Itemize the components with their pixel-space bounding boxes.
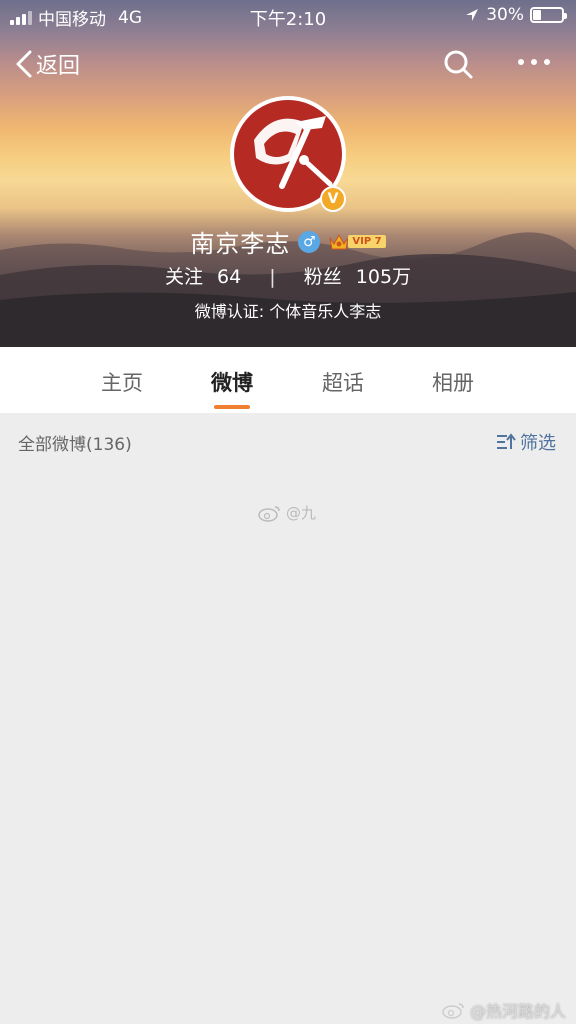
profile-header: 中国移动 4G 下午2:10 30% 返回 V 南京李志 ♂ VIP 7 关注 … [0, 0, 576, 347]
verification-info: 微博认证: 个体音乐人李志 [194, 302, 382, 321]
vip-level: VIP 7 [348, 235, 386, 248]
following-link[interactable]: 关注 64 [161, 266, 251, 288]
following-count: 64 [217, 266, 242, 288]
followers-label: 粉丝 [303, 266, 342, 288]
tab-home[interactable]: 主页 [82, 367, 162, 397]
back-label: 返回 [36, 54, 81, 79]
battery-icon [530, 7, 567, 23]
tab-weibo[interactable]: 微博 [192, 367, 272, 397]
followers-count: 105万 [355, 266, 412, 288]
active-tab-indicator [214, 405, 250, 409]
following-label: 关注 [164, 266, 203, 288]
filter-button[interactable]: 筛选 [496, 429, 556, 455]
stats-divider: | [269, 266, 276, 288]
search-button[interactable] [442, 48, 474, 84]
chevron-left-icon [16, 50, 32, 78]
watermark-center: @九 [258, 502, 316, 523]
nav-bar: 返回 [0, 40, 576, 92]
filter-label: 筛选 [520, 433, 556, 454]
followers-link[interactable]: 粉丝 105万 [300, 266, 415, 288]
search-icon [444, 50, 473, 79]
tab-super-topic[interactable]: 超话 [303, 367, 383, 397]
more-dots-icon [518, 59, 550, 65]
name-row: 南京李志 ♂ VIP 7 [0, 224, 576, 259]
battery-percent: 30% [486, 5, 524, 25]
profile-tabs: 主页 微博 超话 相册 [0, 347, 576, 413]
vip-badge[interactable]: VIP 7 [328, 232, 386, 252]
back-button[interactable]: 返回 [14, 48, 80, 80]
user-name: 南京李志 [190, 230, 291, 258]
crown-icon [329, 233, 349, 249]
feed-count: 全部微博(136) [18, 435, 132, 455]
watermark-bottom: @热河路的人 [442, 998, 566, 1022]
more-button[interactable] [516, 50, 552, 78]
weibo-logo-icon [258, 505, 280, 522]
tab-album[interactable]: 相册 [413, 367, 493, 397]
location-arrow-icon [466, 9, 479, 21]
filter-sort-icon [497, 433, 516, 449]
status-bar: 中国移动 4G 下午2:10 30% [0, 0, 576, 34]
weibo-logo-icon [442, 1003, 464, 1019]
stats-row: 关注 64 | 粉丝 105万 [0, 262, 576, 289]
male-gender-icon: ♂ [298, 230, 321, 253]
verified-badge-icon: V [320, 186, 346, 212]
feed-filter-row: 全部微博(136) 筛选 [0, 413, 576, 467]
